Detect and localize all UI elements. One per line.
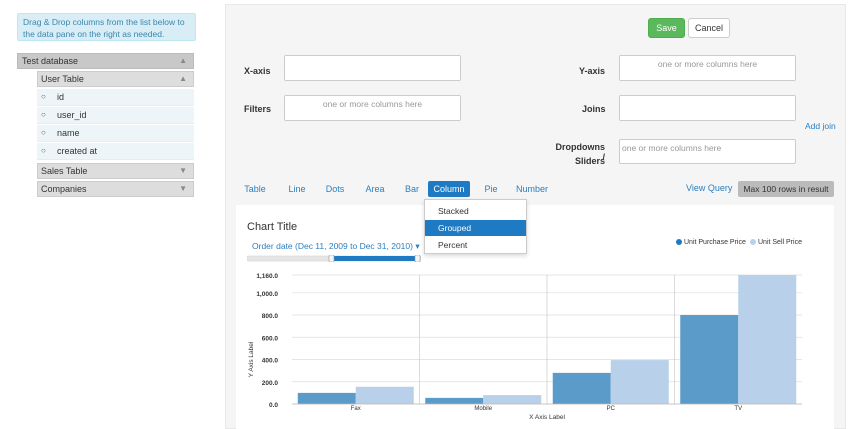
- legend-label: Unit Sell Price: [758, 239, 802, 246]
- bar-tv-purchase: [680, 315, 739, 404]
- tab-table[interactable]: Table: [240, 181, 270, 197]
- table-header-sales[interactable]: Sales Table ▼: [37, 163, 194, 179]
- expand-icon[interactable]: ▼: [179, 182, 187, 196]
- chart-card: Chart Title Order date (Dec 11, 2009 to …: [236, 205, 834, 429]
- xaxis-dropzone[interactable]: [284, 55, 461, 81]
- tab-number[interactable]: Number: [512, 181, 552, 197]
- table-name: User Table: [41, 74, 84, 84]
- bar-mobile-sell: [483, 395, 542, 404]
- column-label: name: [57, 128, 80, 138]
- column-item-user-id[interactable]: ○ user_id: [37, 107, 194, 124]
- legend-label: Unit Purchase Price: [684, 239, 746, 246]
- tab-dots[interactable]: Dots: [320, 181, 350, 197]
- bar-pc-purchase: [552, 372, 611, 404]
- tab-bar[interactable]: Bar: [400, 181, 424, 197]
- bullet-icon: ○: [41, 110, 46, 119]
- drag-drop-hint: Drag & Drop columns from the list below …: [17, 13, 196, 41]
- column-chart: 0.0 200.0 400.0 600.0 800.0 1,000.0 1,160.0 Fax…: [248, 273, 802, 421]
- y-tick-label: 1,160.0: [256, 273, 278, 280]
- chart-type-tabs: Table Line Dots Area Bar Column Pie Numb…: [240, 181, 570, 199]
- column-label: created at: [57, 146, 98, 156]
- bar-pc-sell: [610, 360, 669, 404]
- yaxis-dropzone[interactable]: one or more columns here: [619, 55, 796, 81]
- expand-icon[interactable]: ▼: [179, 164, 187, 178]
- y-tick-label: 800.0: [262, 313, 279, 320]
- date-range-slider[interactable]: [247, 255, 421, 262]
- collapse-icon[interactable]: ▲: [179, 72, 187, 86]
- menu-item-stacked[interactable]: Stacked: [425, 203, 526, 219]
- view-query-link[interactable]: View Query: [686, 183, 732, 193]
- tab-column[interactable]: Column: [428, 181, 470, 197]
- column-mode-menu: Stacked Grouped Percent: [424, 199, 527, 254]
- y-tick-label: 400.0: [262, 358, 279, 365]
- joins-label: Joins: [582, 104, 606, 114]
- bullet-icon: ○: [41, 92, 46, 101]
- column-item-created-at[interactable]: ○ created at: [37, 143, 194, 160]
- tab-pie[interactable]: Pie: [480, 181, 502, 197]
- database-name: Test database: [22, 56, 79, 66]
- bar-fax-purchase: [297, 392, 356, 404]
- max-rows-button[interactable]: Max 100 rows in result: [738, 181, 834, 197]
- filters-dropzone[interactable]: one or more columns here: [284, 95, 461, 121]
- menu-item-grouped[interactable]: Grouped: [425, 220, 526, 236]
- xaxis-label: X-axis: [244, 66, 271, 76]
- x-axis-label: X Axis Label: [529, 414, 565, 421]
- y-tick-label: 600.0: [262, 335, 279, 342]
- bullet-icon: ○: [41, 146, 46, 155]
- table-header-companies[interactable]: Companies ▼: [37, 181, 194, 197]
- bar-mobile-purchase: [425, 397, 484, 404]
- y-tick-label: 1,000.0: [256, 291, 278, 298]
- column-label: user_id: [57, 110, 87, 120]
- x-tick-label: Fax: [351, 406, 361, 412]
- column-item-id[interactable]: ○ id: [37, 89, 194, 106]
- yaxis-label: Y-axis: [579, 66, 606, 76]
- bar-tv-sell: [738, 275, 797, 404]
- cancel-button[interactable]: Cancel: [688, 18, 730, 38]
- x-tick-label: TV: [734, 406, 742, 412]
- filters-label: Filters: [244, 104, 272, 114]
- y-tick-label: 0.0: [269, 402, 278, 409]
- date-filter-dropdown[interactable]: Order date (Dec 11, 2009 to Dec 31, 2010…: [252, 241, 420, 252]
- sliders-label: Sliders: [574, 156, 605, 166]
- x-tick-label: PC: [607, 406, 616, 412]
- legend-dot-icon: [676, 239, 682, 246]
- save-button[interactable]: Save: [648, 18, 685, 38]
- legend-item: Unit Sell Price: [750, 239, 802, 246]
- bullet-icon: ○: [41, 128, 46, 137]
- column-item-name[interactable]: ○ name: [37, 125, 194, 142]
- tab-line[interactable]: Line: [284, 181, 310, 197]
- legend-item: Unit Purchase Price: [676, 239, 746, 246]
- dropdowns-placeholder: one or more columns here: [622, 143, 722, 153]
- filters-placeholder: one or more columns here: [322, 99, 423, 109]
- x-tick-label: Mobile: [474, 406, 492, 412]
- tab-area[interactable]: Area: [360, 181, 390, 197]
- y-tick-label: 200.0: [262, 380, 279, 387]
- bar-fax-sell: [355, 386, 414, 404]
- menu-item-percent[interactable]: Percent: [425, 237, 526, 253]
- table-header-user[interactable]: User Table ▲: [37, 71, 194, 87]
- column-label: id: [57, 92, 65, 102]
- chart-title[interactable]: Chart Title: [247, 221, 297, 233]
- table-name: Companies: [41, 184, 87, 194]
- collapse-icon[interactable]: ▲: [179, 54, 187, 68]
- y-axis-label: Y Axis Label: [248, 341, 255, 377]
- yaxis-placeholder: one or more columns here: [657, 59, 758, 69]
- table-name: Sales Table: [41, 166, 88, 176]
- joins-dropzone[interactable]: [619, 95, 796, 121]
- database-header[interactable]: Test database ▲: [17, 53, 194, 69]
- legend-dot-icon: [750, 239, 756, 246]
- add-join-link[interactable]: Add join: [805, 121, 836, 131]
- dropdowns-dropzone[interactable]: one or more columns here: [619, 139, 796, 164]
- sidebar: Drag & Drop columns from the list below …: [0, 0, 205, 429]
